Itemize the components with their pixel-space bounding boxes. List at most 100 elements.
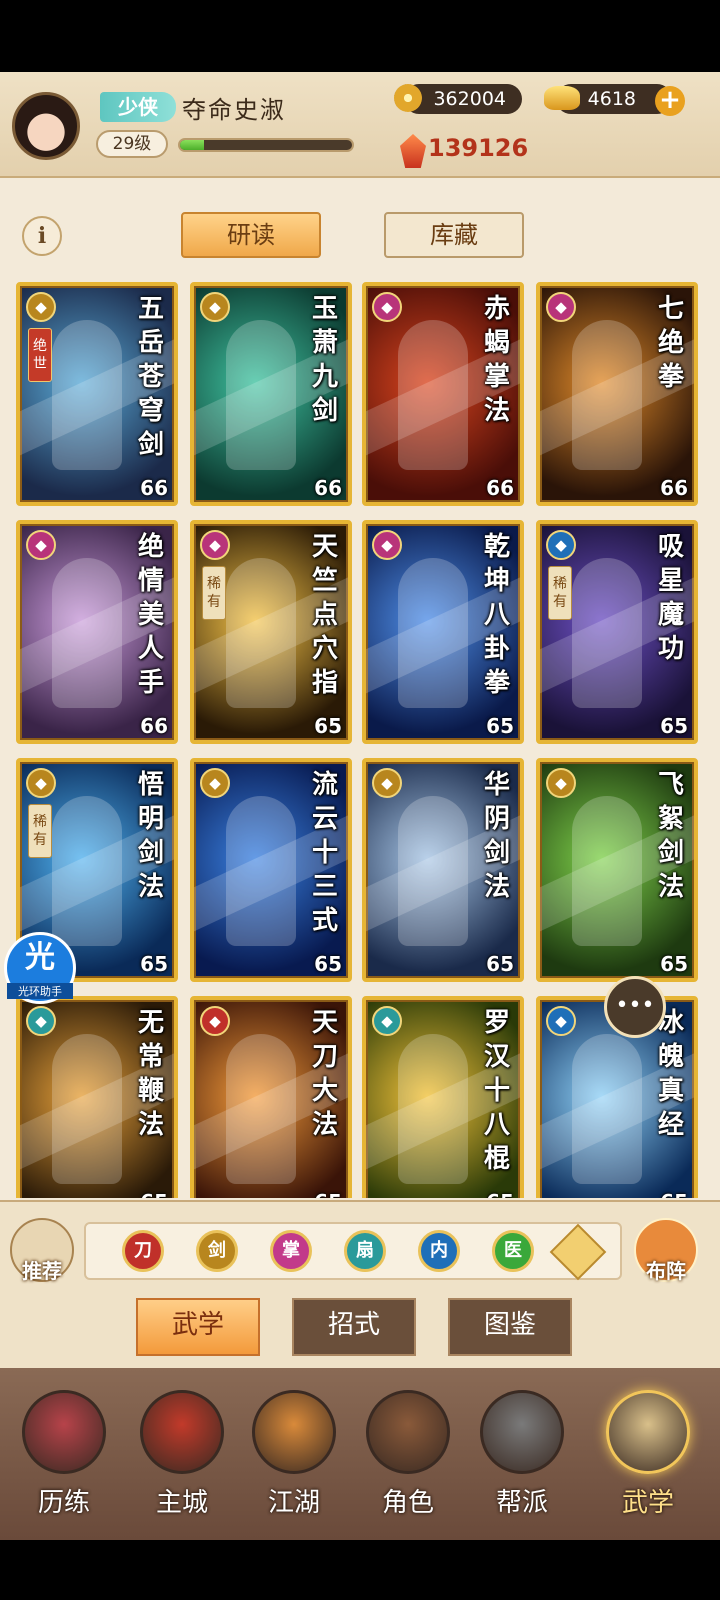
category-tab-codex[interactable]: 图鉴 (448, 1298, 572, 1356)
nav-item[interactable]: 江湖 (244, 1380, 344, 1520)
skill-card[interactable]: ◆ 稀有 天竺点穴指 65 (190, 520, 352, 744)
card-rarity-badge: 稀有 (202, 566, 226, 620)
category-tab-moves[interactable]: 招式 (292, 1298, 416, 1356)
formation-label: 布阵 (646, 1259, 686, 1283)
card-character-art (398, 320, 468, 470)
exp-bar (178, 138, 354, 152)
card-title: 绝情美人手 (137, 532, 164, 698)
skill-card[interactable]: ◆ 流云十三式 65 (190, 758, 352, 982)
card-title: 悟明剑法 (137, 770, 164, 902)
card-character-art (226, 796, 296, 946)
card-title: 七绝拳 (657, 294, 684, 392)
card-type-icon: ◆ (546, 768, 576, 798)
info-button[interactable]: i (22, 216, 62, 256)
card-level: 66 (314, 476, 342, 500)
card-type-icon: ◆ (26, 768, 56, 798)
card-title: 飞絮剑法 (657, 770, 684, 902)
card-character-art (572, 320, 642, 470)
card-title: 赤蝎掌法 (483, 294, 510, 426)
coin-icon (394, 84, 422, 112)
card-character-art (398, 796, 468, 946)
tab-study[interactable]: 研读 (181, 212, 321, 258)
card-title: 玉萧九剑 (311, 294, 338, 426)
skill-card[interactable]: ◆ 华阴剑法 65 (362, 758, 524, 982)
level-pill: 29级 (96, 130, 168, 158)
add-gold-button[interactable]: + (655, 86, 685, 116)
card-type-icon: ◆ (26, 1006, 56, 1036)
card-level: 65 (660, 714, 688, 738)
card-character-art (572, 558, 642, 708)
skill-card[interactable]: ◆ 稀有 吸星魔功 65 (536, 520, 698, 744)
card-level: 66 (140, 714, 168, 738)
nav-icon (480, 1390, 564, 1474)
gold-ingot-icon (544, 86, 580, 110)
recommend-label: 推荐 (22, 1259, 62, 1283)
card-type-icon: ◆ (546, 530, 576, 560)
system-nav-strip (0, 1540, 720, 1600)
card-level: 65 (660, 1190, 688, 1198)
card-title: 乾坤八卦拳 (483, 532, 510, 698)
nav-icon (22, 1390, 106, 1474)
skill-card[interactable]: ◆ 七绝拳 66 (536, 282, 698, 506)
card-type-icon: ◆ (200, 1006, 230, 1036)
fan-filter-icon[interactable]: 扇 (344, 1230, 386, 1272)
card-level: 65 (140, 1190, 168, 1198)
card-title: 天竺点穴指 (311, 532, 338, 698)
card-rarity-badge: 绝世 (28, 328, 52, 382)
card-character-art (226, 558, 296, 708)
sword-filter-icon[interactable]: 剑 (196, 1230, 238, 1272)
assistant-icon: 光 (25, 940, 55, 975)
nav-item[interactable]: 角色 (358, 1380, 458, 1520)
nav-label: 历练 (37, 1488, 90, 1518)
card-type-icon: ◆ (372, 768, 402, 798)
inner-filter-icon[interactable]: 内 (418, 1230, 460, 1272)
player-name: 夺命史淑 (182, 96, 286, 124)
status-bar (0, 0, 720, 72)
recommend-button[interactable]: 推荐 (10, 1218, 74, 1283)
nav-item[interactable]: 主城 (132, 1380, 232, 1520)
card-character-art (52, 796, 122, 946)
card-level: 66 (660, 476, 688, 500)
blade-filter-icon[interactable]: 刀 (122, 1230, 164, 1272)
skill-card[interactable]: ◆ 绝世 五岳苍穹剑 66 (16, 282, 178, 506)
tab-library[interactable]: 库藏 (384, 212, 524, 258)
heal-filter-icon[interactable]: 医 (492, 1230, 534, 1272)
card-type-icon: ◆ (26, 292, 56, 322)
palm-filter-icon[interactable]: 掌 (270, 1230, 312, 1272)
card-type-icon: ◆ (372, 530, 402, 560)
chat-bubble-icon[interactable]: ••• (604, 976, 666, 1038)
skill-card[interactable]: ◆ 飞絮剑法 65 (536, 758, 698, 982)
skill-card[interactable]: ◆ 罗汉十八棍 65 (362, 996, 524, 1198)
nav-item[interactable]: 历练 (14, 1380, 114, 1520)
nav-item[interactable]: 武学 (598, 1380, 698, 1520)
skill-card[interactable]: ◆ 天刀大法 65 (190, 996, 352, 1198)
category-tab-martial[interactable]: 武学 (136, 1298, 260, 1356)
card-level: 66 (486, 476, 514, 500)
card-title: 吸星魔功 (657, 532, 684, 664)
card-type-icon: ◆ (200, 292, 230, 322)
card-character-art (52, 558, 122, 708)
card-level: 65 (660, 952, 688, 976)
skill-card[interactable]: ◆ 乾坤八卦拳 65 (362, 520, 524, 744)
nav-item[interactable]: 帮派 (472, 1380, 572, 1520)
card-type-icon: ◆ (200, 768, 230, 798)
nav-icon (366, 1390, 450, 1474)
skill-card[interactable]: ◆ 绝情美人手 66 (16, 520, 178, 744)
formation-button[interactable]: 布阵 (634, 1218, 698, 1283)
card-type-icon: ◆ (26, 530, 56, 560)
card-level: 65 (314, 1190, 342, 1198)
assistant-button[interactable]: 光 光环助手 (4, 932, 76, 1004)
card-level: 65 (486, 714, 514, 738)
skill-card[interactable]: ◆ 赤蝎掌法 66 (362, 282, 524, 506)
card-level: 66 (140, 476, 168, 500)
card-character-art (572, 1034, 642, 1184)
skill-card[interactable]: ◆ 无常鞭法 65 (16, 996, 178, 1198)
nav-label: 江湖 (267, 1488, 320, 1518)
skill-card[interactable]: ◆ 玉萧九剑 66 (190, 282, 352, 506)
card-level: 65 (314, 714, 342, 738)
nav-label: 帮派 (495, 1488, 548, 1518)
card-level: 65 (486, 1190, 514, 1198)
rank-badge: 少侠 (100, 92, 176, 122)
player-avatar[interactable] (12, 92, 80, 160)
exp-fill (180, 140, 205, 150)
